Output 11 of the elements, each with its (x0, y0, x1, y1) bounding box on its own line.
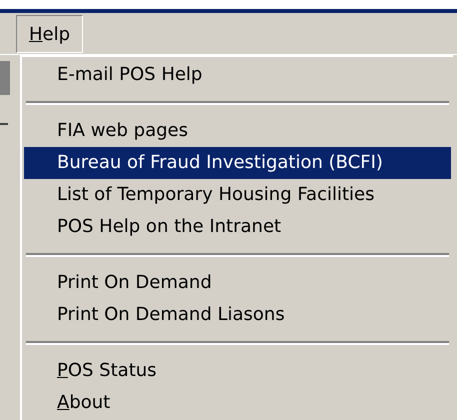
menu-item[interactable]: Print On Demand Liasons (24, 299, 451, 331)
menu-item[interactable]: Bureau of Fraud Investigation (BCFI) (24, 147, 451, 179)
help-menu[interactable]: Help (16, 15, 84, 53)
menu-item[interactable]: POS Status (24, 355, 451, 387)
menu-item[interactable]: List of Temporary Housing Facilities (24, 179, 451, 211)
menu-item[interactable]: POS Help on the Intranet (24, 211, 451, 243)
menu-item[interactable]: FIA web pages (24, 115, 451, 147)
menu-item[interactable]: Print On Demand (24, 267, 451, 299)
toolbar-fragment (0, 61, 10, 95)
menu-item[interactable]: E-mail POS Help (24, 59, 451, 91)
menu-item[interactable]: About (24, 387, 451, 419)
